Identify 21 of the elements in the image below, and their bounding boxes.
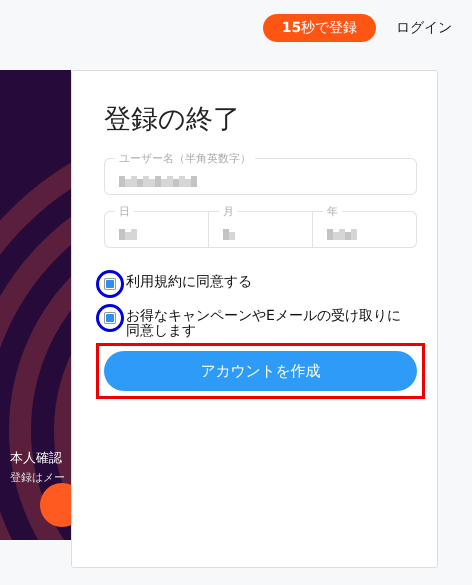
login-link[interactable]: ログイン [396,14,452,42]
side-subtext: 登録はメー [9,470,66,485]
side-heading: 本人確認 [9,450,63,467]
field-label: 年 [326,204,339,219]
field-label: 日 [118,204,131,219]
checkbox-label: お得なキャンペーンやEメールの受け取りに同意します [126,307,401,339]
form-title: 登録の終了 [104,103,241,137]
blurred-text-drawing [223,229,235,243]
create-account-button[interactable]: アカウントを作成 [104,351,417,391]
checkbox[interactable] [104,278,116,290]
signup-button[interactable]: 15秒で登録 [263,14,376,42]
date-field[interactable]: 月 [208,204,313,248]
date-field[interactable]: 日 [104,204,209,248]
checkbox[interactable] [104,312,116,324]
blurred-text-drawing [119,229,137,243]
date-field[interactable]: 年 [312,204,417,248]
field-label: 月 [222,204,235,219]
username-field[interactable]: ユーザー名（半角英数字） [104,151,417,195]
checkbox-label: 利用規約に同意する [126,273,253,290]
blurred-text-drawing [327,229,357,243]
field-label: ユーザー名（半角英数字） [118,151,252,166]
